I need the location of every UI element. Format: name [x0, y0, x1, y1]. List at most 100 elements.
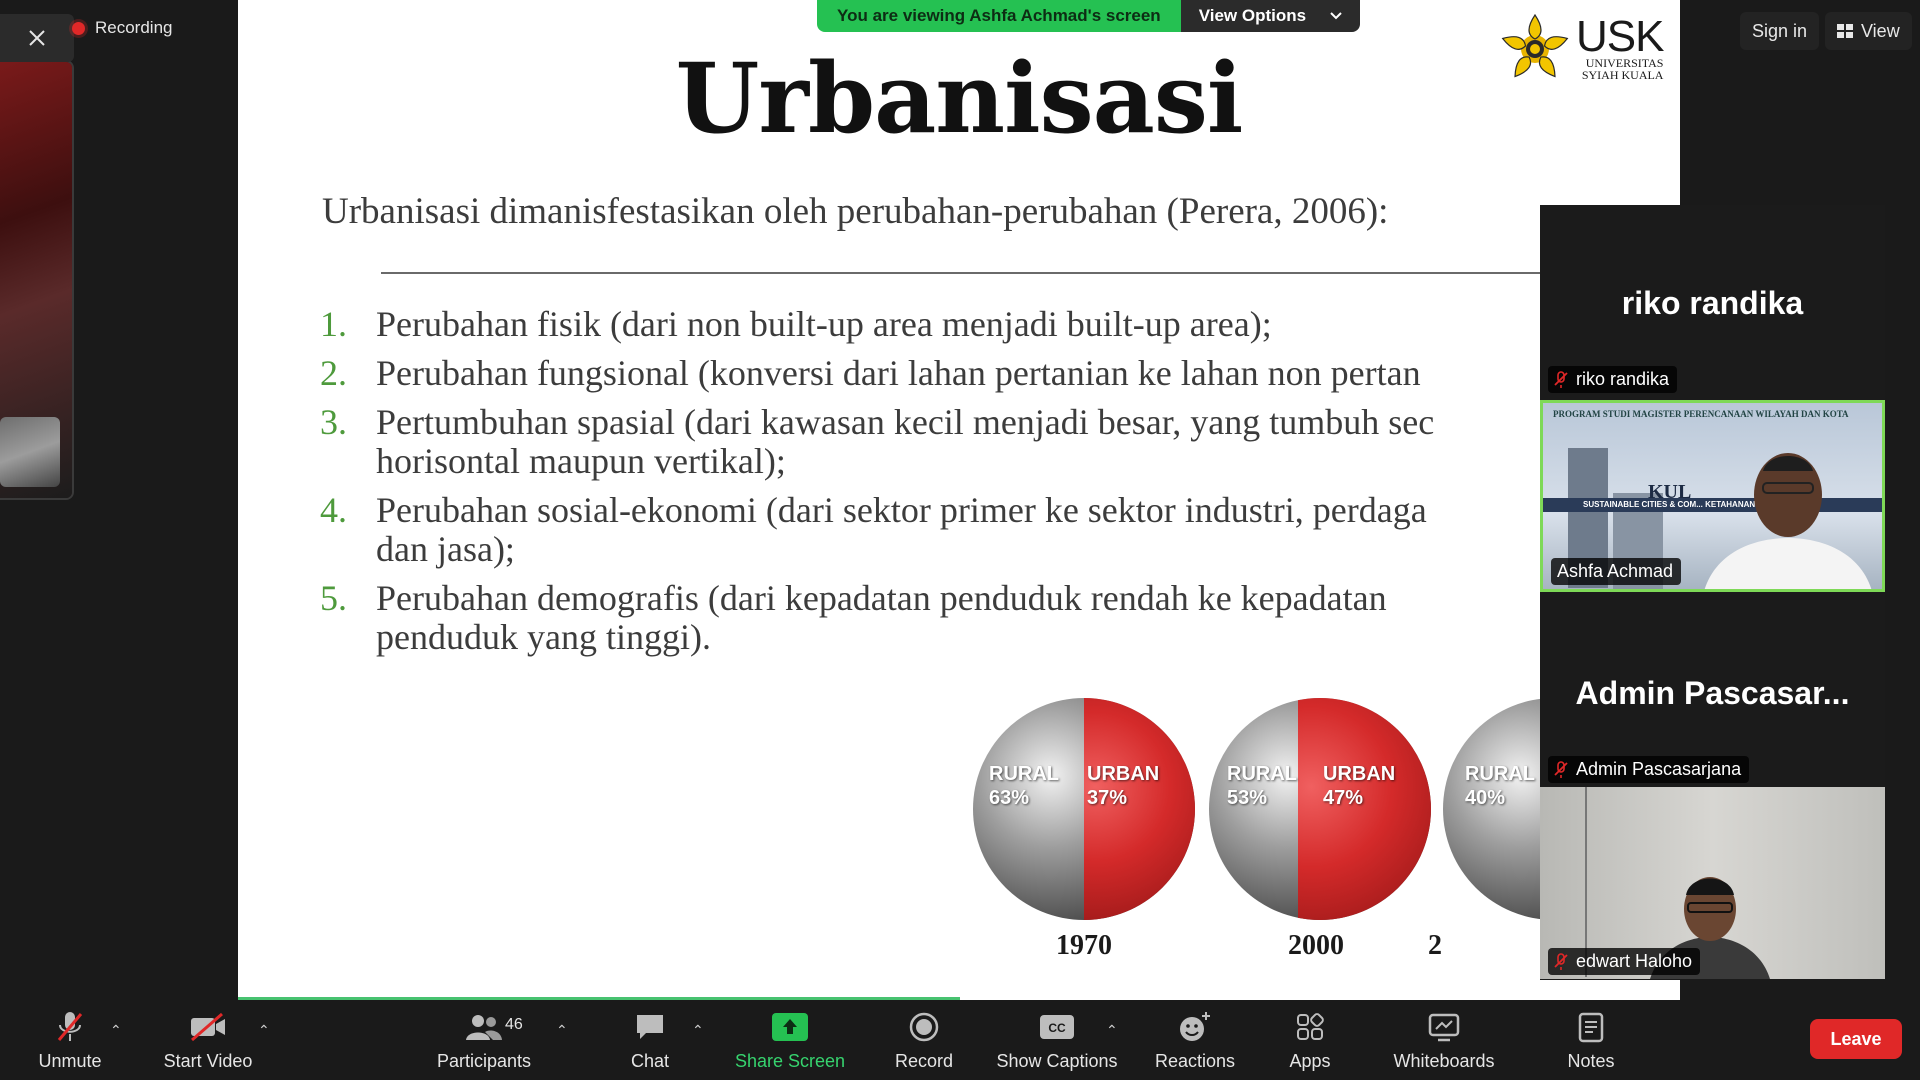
recording-label: Recording: [95, 18, 173, 37]
viewing-info: You are viewing Ashfa Achmad's screen: [817, 0, 1181, 32]
list-text: Perubahan fisik (dari non built-up area …: [376, 305, 1272, 344]
usk-line2: SYIAH KUALA: [1581, 68, 1664, 82]
rural-label: RURAL 63%: [989, 763, 1059, 809]
list-item: 3. Pertumbuhan spasial (dari kawasan kec…: [320, 403, 1680, 481]
muted-mic-icon: [1554, 760, 1568, 778]
share-screen-button[interactable]: Share Screen: [732, 1010, 848, 1072]
slide-title: Urbanisasi: [675, 42, 1244, 155]
chat-button[interactable]: Chat: [610, 1010, 690, 1072]
globe-2000: RURAL 53% URBAN 47%: [1209, 698, 1431, 920]
urban-label: URBAN 37%: [1087, 763, 1160, 809]
unmute-button[interactable]: Unmute: [30, 1010, 110, 1072]
record-icon: [909, 1010, 939, 1044]
whiteboards-button[interactable]: Whiteboards: [1386, 1010, 1502, 1072]
list-item: 4. Perubahan sosial-ekonomi (dari sektor…: [320, 491, 1680, 569]
list-number: 4.: [320, 490, 347, 530]
participant-name: Admin Pascasarjana: [1576, 759, 1742, 779]
list-number: 1.: [320, 304, 347, 344]
usk-name: USK: [1576, 12, 1664, 61]
list-line: horisontal maupun vertikal);: [376, 441, 786, 481]
participants-button[interactable]: 46 Participants: [432, 1010, 536, 1072]
record-button[interactable]: Record: [880, 1010, 968, 1072]
close-icon: [29, 30, 45, 46]
participant-name: Ashfa Achmad: [1557, 561, 1674, 581]
meeting-toolbar: Unmute ⌃ Start Video ⌃ 46 Participants ⌃…: [0, 1000, 1920, 1080]
reactions-label: Reactions: [1154, 1051, 1236, 1071]
list-item: 2. Perubahan fungsional (konversi dari l…: [320, 354, 1680, 393]
urban-label: URBAN 47%: [1323, 763, 1396, 809]
globe-1970: RURAL 63% URBAN 37%: [973, 698, 1195, 920]
apps-label: Apps: [1289, 1051, 1331, 1071]
slide-subtitle: Urbanisasi dimanisfestasikan oleh peruba…: [322, 191, 1389, 232]
participant-big-name: Admin Pascasar...: [1575, 675, 1850, 711]
list-number: 5.: [320, 578, 347, 618]
view-label: View: [1861, 20, 1900, 41]
list-item: 1. Perubahan fisik (dari non built-up ar…: [320, 305, 1680, 344]
participant-name-chip: Ashfa Achmad: [1551, 558, 1682, 585]
self-view-thumbnail[interactable]: [0, 60, 74, 500]
reactions-button[interactable]: Reactions: [1147, 1010, 1243, 1072]
list-line: Perubahan fisik (dari non built-up area …: [376, 304, 1272, 344]
whiteboards-label: Whiteboards: [1393, 1051, 1495, 1071]
list-item: 5. Perubahan demografis (dari kepadatan …: [320, 579, 1680, 657]
leave-button[interactable]: Leave: [1810, 1019, 1902, 1059]
whiteboard-icon: [1428, 1010, 1460, 1044]
notes-button[interactable]: Notes: [1554, 1010, 1628, 1072]
sign-in-label: Sign in: [1752, 20, 1808, 41]
globe-year: 2: [1428, 930, 1442, 961]
usk-logo: USK UNIVERSITAS SYIAH KUALA: [1498, 12, 1664, 86]
participant-name: edwart Haloho: [1576, 951, 1693, 971]
recording-indicator[interactable]: Recording: [72, 18, 173, 38]
apps-icon: [1295, 1010, 1325, 1044]
video-off-icon: [189, 1010, 227, 1044]
globe-year: 1970: [1056, 930, 1112, 961]
list-line: dan jasa);: [376, 529, 515, 569]
list-line: Perubahan demografis (dari kepadatan pen…: [376, 578, 1387, 618]
show-captions-label: Show Captions: [996, 1051, 1118, 1071]
participant-name-chip: riko randika: [1548, 366, 1678, 393]
show-captions-button[interactable]: CC Show Captions: [992, 1010, 1122, 1072]
chevron-down-icon: [1330, 12, 1342, 20]
start-video-button[interactable]: Start Video: [158, 1010, 258, 1072]
recording-dot-icon: [72, 21, 85, 35]
captions-options-caret-icon[interactable]: ⌃: [1106, 1022, 1118, 1039]
video-options-caret-icon[interactable]: ⌃: [258, 1022, 270, 1039]
participants-options-caret-icon[interactable]: ⌃: [556, 1022, 568, 1039]
participant-big-name: riko randika: [1621, 285, 1804, 321]
list-line: Perubahan sosial-ekonomi (dari sektor pr…: [376, 490, 1427, 530]
chat-icon: [634, 1010, 666, 1044]
close-thumbnail-button[interactable]: [0, 14, 74, 62]
zoom-meeting-window: Recording Urbanisasi USK UNIVERSITAS SYI…: [0, 0, 1920, 1080]
participant-tile-active-speaker[interactable]: PROGRAM STUDI MAGISTER PERENCANAAN WILAY…: [1540, 400, 1885, 592]
reactions-icon: [1178, 1010, 1212, 1044]
globe-year: 2000: [1288, 930, 1344, 961]
list-number: 2.: [320, 353, 347, 393]
list-text: Perubahan demografis (dari kepadatan pen…: [376, 579, 1387, 657]
sign-in-button[interactable]: Sign in: [1740, 12, 1820, 50]
start-video-label: Start Video: [163, 1051, 253, 1071]
mic-muted-icon: [55, 1010, 85, 1044]
list-number: 3.: [320, 402, 347, 442]
list-line: Pertumbuhan spasial (dari kawasan kecil …: [376, 402, 1435, 442]
list-line: Perubahan fungsional (konversi dari laha…: [376, 353, 1421, 393]
record-label: Record: [894, 1051, 954, 1071]
view-button[interactable]: View: [1825, 12, 1912, 50]
participant-tile[interactable]: edwart Haloho: [1540, 787, 1885, 979]
slide-divider: [381, 272, 1581, 274]
list-line: penduduk yang tinggi).: [376, 617, 711, 657]
mini-video-thumbnail[interactable]: [0, 417, 60, 487]
audio-options-caret-icon[interactable]: ⌃: [110, 1022, 122, 1039]
chat-label: Chat: [630, 1051, 670, 1071]
participants-icon: 46: [465, 1010, 523, 1044]
share-screen-label: Share Screen: [734, 1051, 846, 1071]
urbanization-points-list: 1. Perubahan fisik (dari non built-up ar…: [320, 305, 1680, 667]
chat-options-caret-icon[interactable]: ⌃: [692, 1022, 704, 1039]
view-options-button[interactable]: View Options: [1180, 0, 1361, 32]
notes-icon: [1577, 1010, 1605, 1044]
captions-icon: CC: [1039, 1010, 1075, 1044]
participant-tile[interactable]: riko randika riko randika: [1540, 205, 1885, 397]
viewing-banner: You are viewing Ashfa Achmad's screen Vi…: [817, 0, 1361, 32]
participant-tile[interactable]: Admin Pascasar... Admin Pascasarjana: [1540, 595, 1885, 787]
usk-seal-icon: [1501, 13, 1569, 78]
apps-button[interactable]: Apps: [1275, 1010, 1345, 1072]
